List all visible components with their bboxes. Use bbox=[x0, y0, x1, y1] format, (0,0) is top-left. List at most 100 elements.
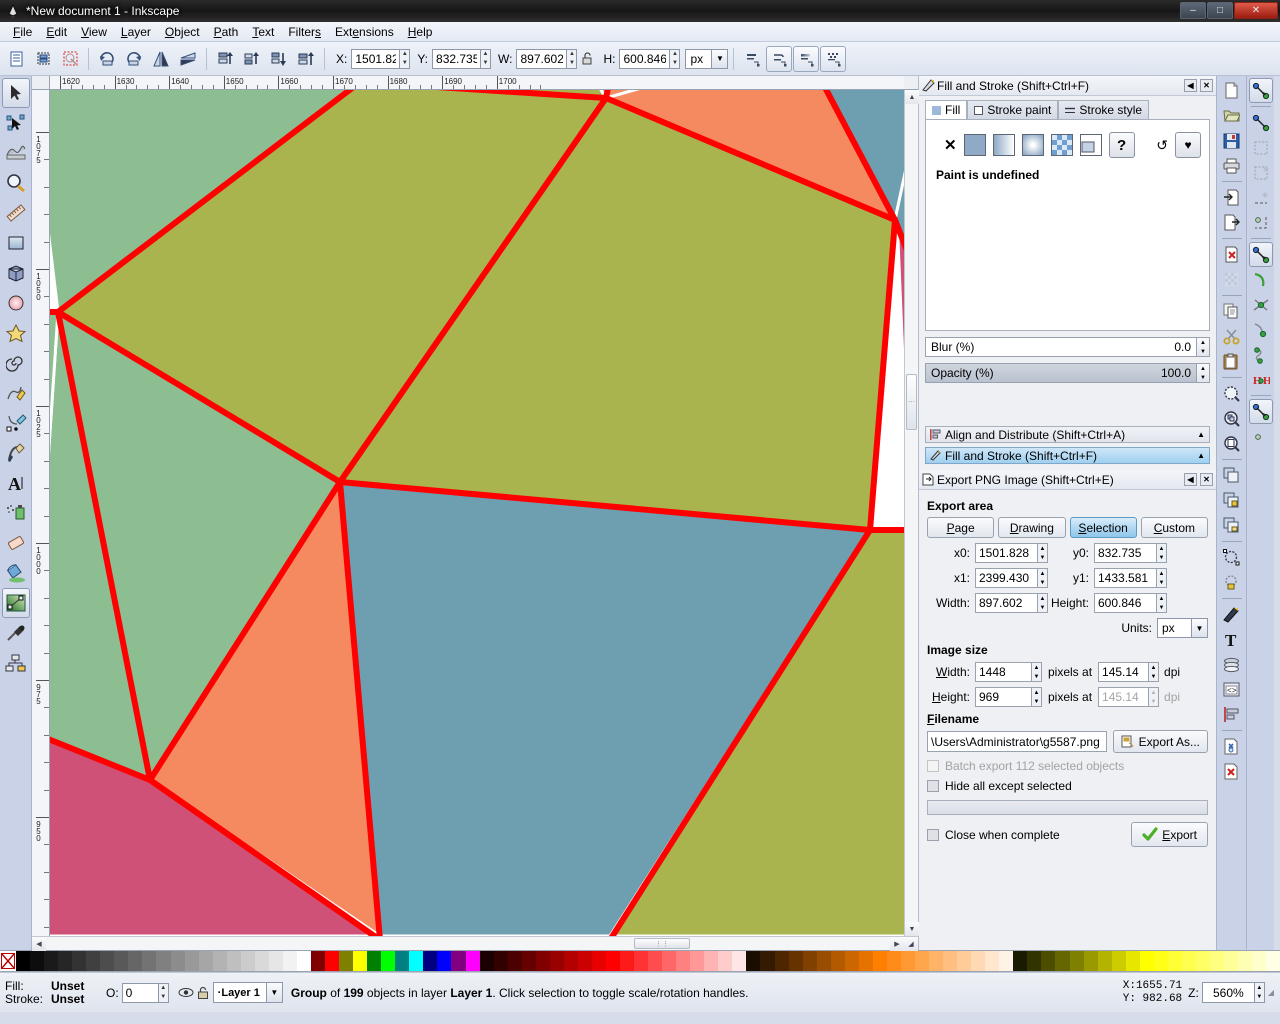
palette-swatch[interactable] bbox=[690, 951, 705, 971]
palette-swatch[interactable] bbox=[353, 951, 368, 971]
x0-spinner-arrows[interactable]: ▲ ▼ bbox=[1037, 543, 1048, 563]
palette-swatch[interactable] bbox=[549, 951, 564, 971]
palette-swatch[interactable] bbox=[142, 951, 157, 971]
palette-swatch[interactable] bbox=[662, 951, 677, 971]
bezier-tool[interactable] bbox=[2, 408, 30, 438]
palette-swatch[interactable] bbox=[479, 951, 494, 971]
copy-icon[interactable] bbox=[1219, 299, 1245, 324]
x1-spinner-arrows[interactable]: ▲ ▼ bbox=[1037, 568, 1048, 588]
palette-swatch[interactable] bbox=[1209, 951, 1225, 971]
menu-object[interactable]: Object bbox=[158, 23, 207, 41]
palette-swatch[interactable] bbox=[634, 951, 649, 971]
image-height-input[interactable] bbox=[975, 687, 1031, 707]
snap-midpoint-icon[interactable]: HH bbox=[1249, 367, 1273, 392]
close-icon[interactable]: ✕ bbox=[1200, 79, 1213, 92]
vertical-scrollbar[interactable]: ▲ ⋯ ▼ bbox=[904, 90, 919, 936]
open-document-icon[interactable] bbox=[1219, 103, 1245, 128]
minimize-button[interactable]: – bbox=[1180, 2, 1206, 19]
ellipse-tool[interactable] bbox=[2, 288, 30, 318]
palette-swatch[interactable] bbox=[915, 951, 930, 971]
align-dialog-icon[interactable] bbox=[1219, 702, 1245, 727]
palette-swatch[interactable] bbox=[367, 951, 382, 971]
snap-cusp-node-icon[interactable] bbox=[1249, 317, 1273, 342]
palette-swatch[interactable] bbox=[1238, 951, 1253, 971]
bucket-fill-tool[interactable] bbox=[2, 558, 30, 588]
vertical-scroll-thumb[interactable]: ⋯ bbox=[906, 374, 917, 430]
palette-swatch[interactable] bbox=[605, 951, 621, 971]
resize-grip[interactable]: ◢ bbox=[1268, 988, 1274, 997]
dpi-width-input[interactable] bbox=[1098, 662, 1149, 682]
dpi-width-field[interactable]: ▲▼ bbox=[1098, 662, 1160, 682]
horizontal-scroll-track[interactable]: ⋮⋮ bbox=[46, 937, 890, 950]
export-button[interactable]: Export bbox=[1131, 822, 1208, 847]
palette-swatch[interactable] bbox=[535, 951, 550, 971]
palette-swatch[interactable] bbox=[746, 951, 761, 971]
palette-swatch[interactable] bbox=[212, 951, 227, 971]
palette-swatch[interactable] bbox=[339, 951, 354, 971]
y0-input[interactable] bbox=[1094, 543, 1156, 563]
palette-swatch[interactable] bbox=[1083, 951, 1098, 971]
palette-swatch[interactable] bbox=[999, 951, 1014, 971]
units-combo[interactable]: px ▼ bbox=[685, 48, 729, 69]
select-all-in-all-layers-icon[interactable] bbox=[30, 46, 56, 72]
zoom-field[interactable]: ▲▼ bbox=[1201, 982, 1265, 1003]
palette-swatch[interactable] bbox=[577, 951, 592, 971]
x0-input[interactable] bbox=[975, 543, 1037, 563]
selector-tool[interactable] bbox=[1, 78, 30, 108]
palette-swatch[interactable] bbox=[423, 951, 438, 971]
affect-patterns-icon[interactable] bbox=[820, 45, 847, 72]
palette-swatch[interactable] bbox=[830, 951, 845, 971]
palette-swatch[interactable] bbox=[44, 951, 59, 971]
palette-swatch[interactable] bbox=[170, 951, 185, 971]
cut-icon[interactable] bbox=[1219, 324, 1245, 349]
snap-bbox-corner-icon[interactable] bbox=[1249, 160, 1273, 185]
flip-horizontal-icon[interactable] bbox=[148, 46, 174, 72]
image-height-spinner-arrows[interactable]: ▲ ▼ bbox=[1031, 687, 1042, 707]
h-spinner-arrows[interactable]: ▲ ▼ bbox=[669, 48, 681, 69]
scroll-right-arrow[interactable]: ▶ bbox=[890, 937, 904, 951]
dialog-bar-align-distribute[interactable]: Align and Distribute (Shift+Ctrl+A) ▲ bbox=[925, 426, 1210, 443]
opacity-spinner-arrows[interactable]: ▲ ▼ bbox=[1197, 363, 1210, 383]
palette-swatch[interactable] bbox=[718, 951, 733, 971]
palette-swatch[interactable] bbox=[620, 951, 635, 971]
chevron-down-icon[interactable]: ▼ bbox=[265, 982, 283, 1003]
palette-swatch[interactable] bbox=[268, 951, 283, 971]
palette-swatch[interactable] bbox=[226, 951, 241, 971]
export-area-page-button[interactable]: PPageage bbox=[927, 517, 995, 538]
palette-swatch[interactable] bbox=[858, 951, 873, 971]
redo-icon[interactable] bbox=[1219, 267, 1245, 292]
x0-field[interactable]: ▲▼ bbox=[975, 543, 1048, 563]
y-input[interactable] bbox=[432, 48, 481, 69]
color-palette[interactable] bbox=[0, 950, 1280, 972]
pencil-tool[interactable] bbox=[2, 378, 30, 408]
print-icon[interactable] bbox=[1219, 153, 1245, 178]
image-width-field[interactable]: ▲▼ bbox=[975, 662, 1042, 682]
close-when-complete-checkbox[interactable] bbox=[927, 828, 939, 841]
hide-all-row[interactable]: Hide all except selected bbox=[927, 779, 1208, 793]
dialog-bar-fill-stroke[interactable]: Fill and Stroke (Shift+Ctrl+F) ▲ bbox=[925, 447, 1210, 464]
lock-open-icon[interactable] bbox=[578, 46, 596, 72]
palette-swatch[interactable] bbox=[943, 951, 958, 971]
palette-swatch[interactable] bbox=[774, 951, 789, 971]
duplicate-icon[interactable] bbox=[1219, 463, 1245, 488]
snap-bounding-box-icon[interactable] bbox=[1249, 110, 1273, 135]
palette-swatch[interactable] bbox=[1041, 951, 1056, 971]
export-width-field[interactable]: ▲▼ bbox=[975, 593, 1048, 613]
swatch-button[interactable] bbox=[1079, 134, 1102, 156]
snap-object-center-icon[interactable] bbox=[1249, 424, 1273, 449]
fill-rule-evenodd-button[interactable]: ♥ bbox=[1175, 132, 1201, 158]
export-area-custom-button[interactable]: Custom bbox=[1140, 517, 1208, 538]
palette-swatch[interactable] bbox=[493, 951, 508, 971]
w-spinner[interactable]: ▲▼ bbox=[516, 48, 578, 69]
new-document-icon[interactable] bbox=[1219, 78, 1245, 103]
zoom-selection-icon[interactable] bbox=[1219, 381, 1245, 406]
paste-icon[interactable] bbox=[1219, 349, 1245, 374]
close-icon[interactable]: ✕ bbox=[1200, 473, 1213, 486]
export-as-button[interactable]: Export As... bbox=[1112, 730, 1208, 753]
import-icon[interactable] bbox=[1219, 185, 1245, 210]
menu-path[interactable]: Path bbox=[207, 23, 246, 41]
opacity-slider[interactable]: Opacity (%) 100.0 bbox=[925, 363, 1197, 383]
palette-swatch[interactable] bbox=[1195, 951, 1210, 971]
3dbox-tool[interactable] bbox=[2, 258, 30, 288]
snap-bbox-center-icon[interactable] bbox=[1249, 210, 1273, 235]
